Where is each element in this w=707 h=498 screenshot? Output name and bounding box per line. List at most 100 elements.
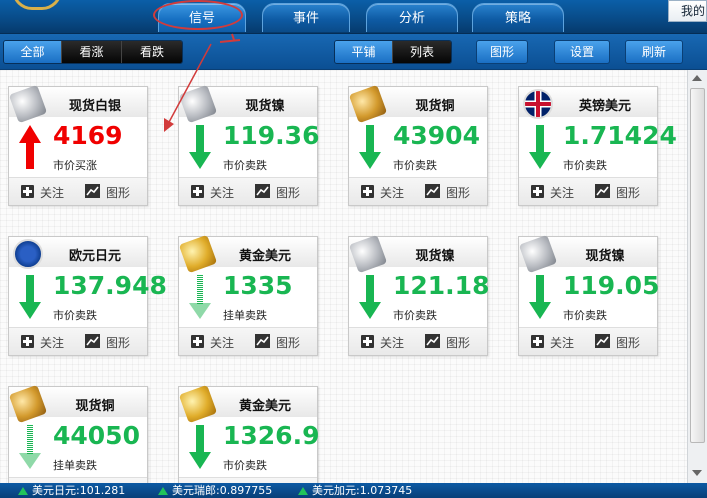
filter-bearish-button[interactable]: 看跌	[122, 41, 182, 63]
signal-type: 市价卖跌	[563, 159, 607, 172]
signal-card[interactable]: 现货铜 43904 市价卖跌 关注 图形	[348, 84, 488, 206]
signal-card[interactable]: 黄金美元1326.9市价卖跌关注图形	[178, 384, 320, 483]
trend-chart-icon[interactable]	[85, 184, 100, 198]
signal-type: 市价卖跌	[393, 309, 437, 322]
instrument-name: 黄金美元	[238, 249, 291, 264]
card-header: 英镑美元	[519, 87, 657, 119]
follow-button[interactable]: 关注	[380, 334, 404, 351]
trend-chart-icon[interactable]	[255, 334, 270, 348]
signal-card[interactable]: 欧元日元 137.948 市价卖跌 关注 图形	[8, 236, 167, 356]
card-header: 现货白银	[8, 84, 147, 124]
vertical-scrollbar[interactable]	[687, 70, 707, 483]
card-chart-button[interactable]: 图形	[276, 184, 300, 201]
view-mode-segment: 平铺 列表	[334, 40, 452, 64]
instrument-name: 黄金美元	[238, 399, 291, 414]
signal-type: 挂单卖跌	[223, 309, 267, 322]
card-chart-button[interactable]: 图形	[106, 334, 130, 351]
plus-icon[interactable]	[21, 185, 34, 198]
card-actions: 关注 图形	[179, 327, 317, 355]
signal-price: 44050	[53, 421, 140, 450]
follow-button[interactable]: 关注	[210, 334, 234, 351]
card-chart-button[interactable]: 图形	[616, 184, 640, 201]
view-tile-button[interactable]: 平铺	[335, 41, 393, 63]
up-triangle-icon	[18, 487, 28, 495]
filter-segment: 全部 看涨 看跌	[3, 40, 183, 64]
scroll-thumb[interactable]	[690, 88, 705, 443]
ticker-quote: 美元日元:101.281	[18, 483, 125, 498]
card-header: 现货镍	[518, 234, 657, 274]
ticker-quote: 美元瑞郎:0.897755	[158, 483, 272, 498]
toolbar: 全部 看涨 看跌 平铺 列表 图形 设置 刷新	[0, 34, 707, 70]
eu-flag-icon	[13, 239, 43, 269]
arrow-down-icon	[529, 125, 551, 169]
card-chart-button[interactable]: 图形	[446, 184, 470, 201]
my-account-button[interactable]: 我的	[668, 0, 707, 22]
signal-price: 1326.9	[223, 421, 320, 450]
signal-type: 市价卖跌	[53, 309, 97, 322]
trend-chart-icon[interactable]	[425, 184, 440, 198]
signal-price: 121.18	[393, 271, 490, 300]
card-chart-button[interactable]: 图形	[446, 334, 470, 351]
signal-card[interactable]: 现货铜44050挂单卖跌关注图形	[8, 384, 148, 483]
plus-icon[interactable]	[531, 185, 544, 198]
trend-chart-icon[interactable]	[595, 334, 610, 348]
plus-icon[interactable]	[531, 335, 544, 348]
settings-button[interactable]: 设置	[554, 40, 610, 64]
tab-events[interactable]: 事件	[262, 3, 350, 32]
arrow-down-icon	[529, 275, 551, 319]
trend-chart-icon[interactable]	[255, 184, 270, 198]
follow-button[interactable]: 关注	[550, 334, 574, 351]
follow-button[interactable]: 关注	[40, 334, 64, 351]
signal-price: 119.05	[563, 271, 660, 300]
signal-card[interactable]: 现货镍 119.05 市价卖跌 关注 图形	[518, 234, 660, 356]
follow-button[interactable]: 关注	[40, 184, 64, 201]
instrument-name: 现货镍	[585, 249, 625, 264]
card-chart-button[interactable]: 图形	[276, 334, 300, 351]
signal-card[interactable]: 现货白银 4169 市价买涨 关注 图形	[8, 84, 148, 206]
arrow-down-icon	[189, 125, 211, 169]
signal-card[interactable]: 黄金美元 1335 挂单卖跌 关注 图形	[178, 234, 318, 356]
copper-bar-icon	[8, 384, 48, 424]
card-header: 黄金美元	[178, 234, 317, 274]
arrow-down-icon	[359, 125, 381, 169]
up-triangle-icon	[298, 487, 308, 495]
signal-price: 119.36	[223, 121, 320, 150]
follow-button[interactable]: 关注	[550, 184, 574, 201]
ticker-quote: 美元加元:1.073745	[298, 483, 412, 498]
scroll-down-icon[interactable]	[692, 470, 702, 476]
plus-icon[interactable]	[21, 335, 34, 348]
card-actions: 关注 图形	[349, 327, 487, 355]
card-actions: 关注 图形	[179, 177, 317, 205]
scroll-up-icon[interactable]	[692, 75, 702, 81]
plus-icon[interactable]	[361, 335, 374, 348]
uk-flag-icon	[523, 89, 553, 119]
tab-analysis[interactable]: 分析	[366, 3, 458, 32]
view-list-button[interactable]: 列表	[393, 41, 451, 63]
plus-icon[interactable]	[191, 185, 204, 198]
silver-bar-icon	[8, 84, 48, 124]
trend-chart-icon[interactable]	[425, 334, 440, 348]
card-chart-button[interactable]: 图形	[616, 334, 640, 351]
card-actions: 关注 图形	[349, 177, 487, 205]
signal-card[interactable]: 现货镍 121.18 市价卖跌 关注 图形	[348, 234, 490, 356]
trend-chart-icon[interactable]	[85, 334, 100, 348]
signal-type: 挂单卖跌	[53, 459, 97, 472]
signal-card[interactable]: 英镑美元 1.71424 市价卖跌 关注 图形	[518, 86, 677, 206]
nickel-bar-icon	[348, 234, 388, 274]
tab-strategy[interactable]: 策略	[472, 3, 564, 32]
refresh-button[interactable]: 刷新	[625, 40, 683, 64]
chart-button[interactable]: 图形	[476, 40, 528, 64]
follow-button[interactable]: 关注	[380, 184, 404, 201]
follow-button[interactable]: 关注	[210, 184, 234, 201]
card-header: 现货镍	[178, 84, 317, 124]
plus-icon[interactable]	[191, 335, 204, 348]
signal-card[interactable]: 现货镍 119.36 市价卖跌 关注 图形	[178, 84, 320, 206]
trend-chart-icon[interactable]	[595, 184, 610, 198]
card-chart-button[interactable]: 图形	[106, 184, 130, 201]
signal-card-grid: 现货白银 4169 市价买涨 关注 图形 现货镍 119.36 市价卖跌 关注 图形 现货铜 4390…	[0, 70, 687, 483]
instrument-name: 现货铜	[415, 99, 455, 114]
filter-all-button[interactable]: 全部	[4, 41, 62, 63]
card-header: 黄金美元	[178, 384, 317, 424]
plus-icon[interactable]	[361, 185, 374, 198]
filter-bullish-button[interactable]: 看涨	[62, 41, 122, 63]
